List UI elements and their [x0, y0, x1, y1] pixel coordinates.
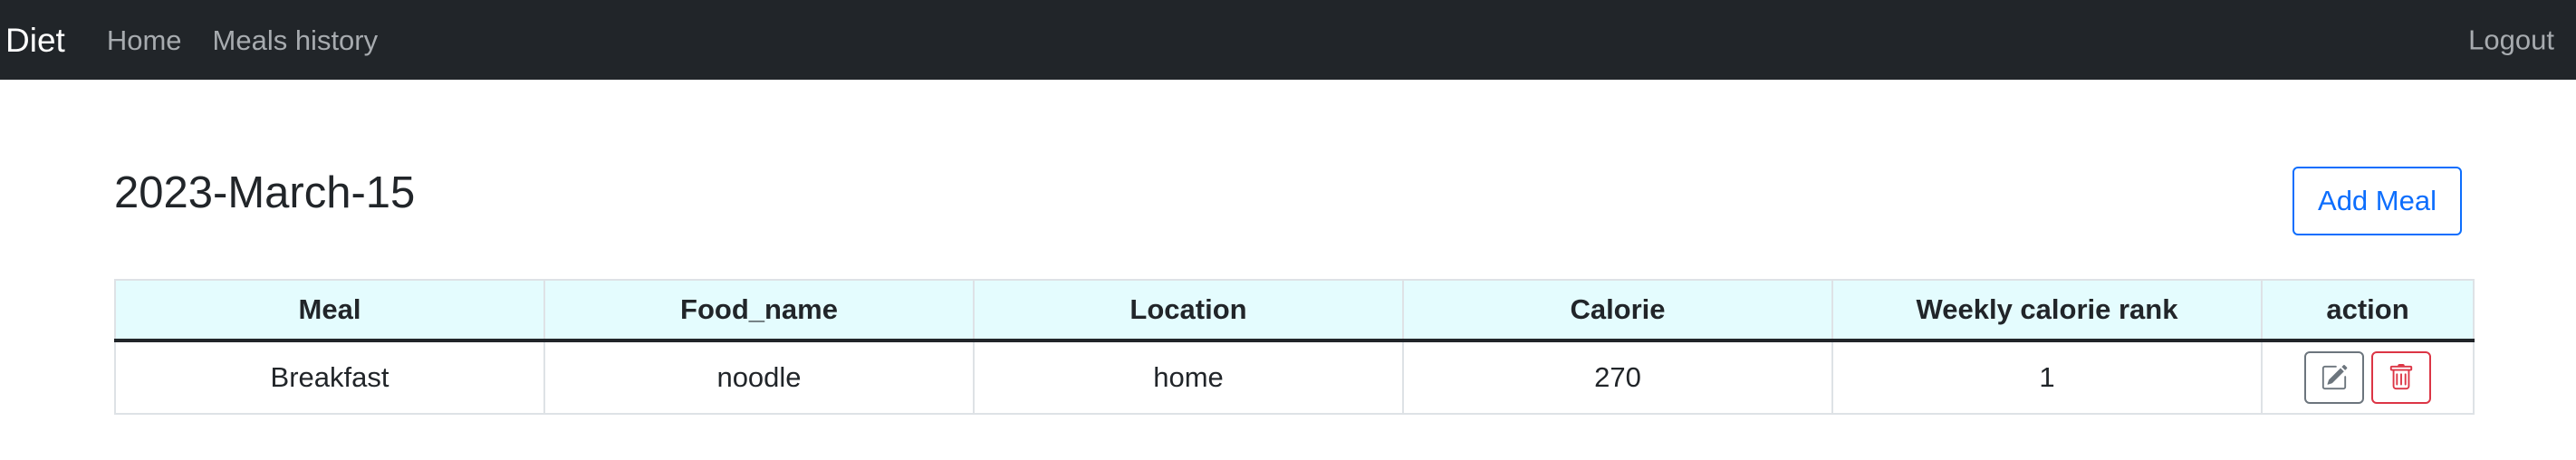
- navbar: Diet Home Meals history Logout: [0, 0, 2576, 80]
- header-food-name: Food_name: [543, 279, 975, 342]
- brand-link[interactable]: Diet: [5, 24, 65, 57]
- header-calorie: Calorie: [1402, 279, 1833, 342]
- edit-button[interactable]: [2304, 351, 2364, 404]
- cell-location: home: [973, 340, 1404, 415]
- header-location: Location: [973, 279, 1404, 342]
- delete-button[interactable]: [2371, 351, 2431, 404]
- add-meal-button[interactable]: Add Meal: [2292, 167, 2462, 235]
- header-meal: Meal: [114, 279, 545, 342]
- cell-meal: Breakfast: [114, 340, 545, 415]
- trash-icon: [2389, 364, 2413, 390]
- nav-link-meals-history[interactable]: Meals history: [213, 26, 379, 54]
- action-buttons: [2263, 342, 2473, 413]
- page-title: 2023-March-15: [114, 168, 416, 217]
- header-weekly-calorie-rank: Weekly calorie rank: [1831, 279, 2263, 342]
- cell-food-name: noodle: [543, 340, 975, 415]
- cell-weekly-calorie-rank: 1: [1831, 340, 2263, 415]
- nav-link-home[interactable]: Home: [107, 26, 182, 54]
- cell-action: [2261, 340, 2475, 415]
- header-action: action: [2261, 279, 2475, 342]
- table-header-row: Meal Food_name Location Calorie Weekly c…: [114, 279, 2475, 342]
- meals-table: Meal Food_name Location Calorie Weekly c…: [114, 279, 2475, 415]
- cell-calorie: 270: [1402, 340, 1833, 415]
- logout-link[interactable]: Logout: [2468, 26, 2554, 54]
- pencil-square-icon: [2321, 364, 2348, 390]
- table-row: Breakfast noodle home 270 1: [114, 340, 2475, 415]
